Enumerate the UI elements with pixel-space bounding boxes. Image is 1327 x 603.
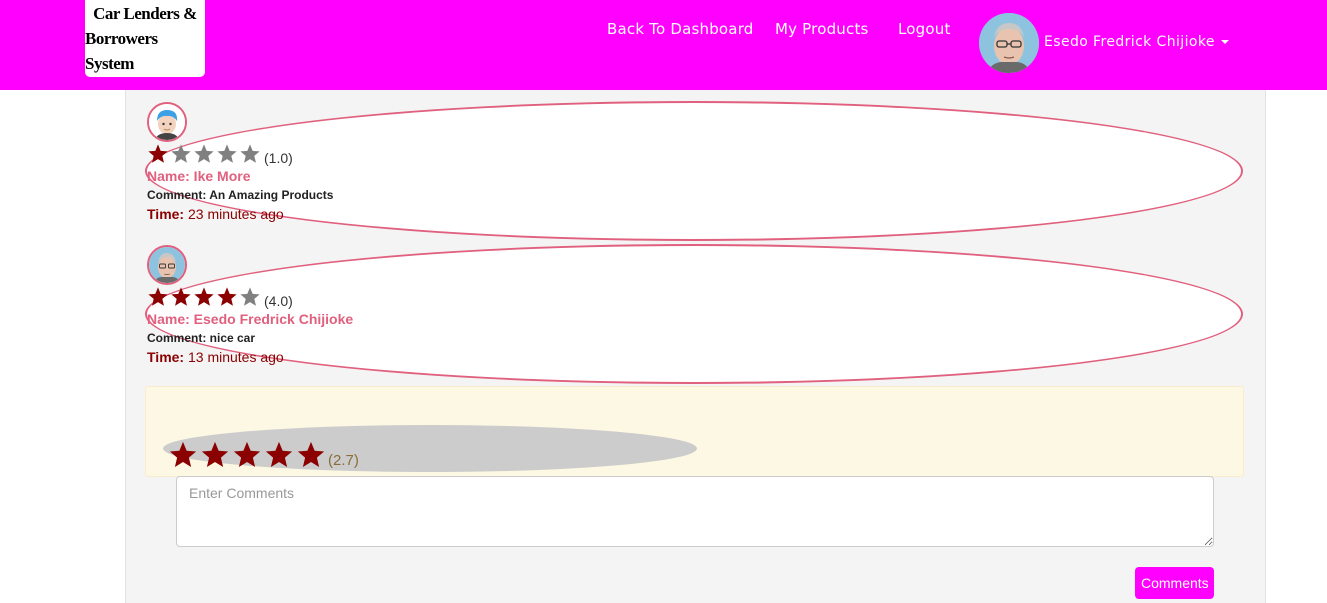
reviewer-name: Name: Esedo Fredrick Chijioke bbox=[147, 311, 354, 327]
rate-star-4-icon[interactable] bbox=[264, 440, 294, 470]
star-filled-icon bbox=[193, 286, 215, 308]
review-comment: Comment: nice car bbox=[147, 331, 256, 345]
review-time: Time: 13 minutes ago bbox=[147, 349, 284, 365]
star-filled-icon bbox=[147, 143, 169, 165]
avatar-glasses-man-icon bbox=[149, 247, 185, 283]
star-filled-icon bbox=[170, 286, 192, 308]
rate-star-2-icon[interactable] bbox=[200, 440, 230, 470]
star-empty-icon bbox=[216, 143, 238, 165]
nav-back-to-dashboard[interactable]: Back To Dashboard bbox=[607, 20, 754, 38]
comment-textarea[interactable] bbox=[176, 476, 1214, 547]
user-avatar-icon bbox=[979, 13, 1039, 73]
user-name-label: Esedo Fredrick Chijioke bbox=[1044, 34, 1215, 50]
review-comment: Comment: An Amazing Products bbox=[147, 188, 334, 202]
star-empty-icon bbox=[239, 143, 261, 165]
avatar-blue-hair-icon bbox=[149, 104, 185, 140]
rate-star-1-icon[interactable] bbox=[168, 440, 198, 470]
rating-value: (4.0) bbox=[264, 293, 293, 309]
time-value: 13 minutes ago bbox=[187, 349, 284, 365]
reviewer-avatar bbox=[147, 245, 187, 285]
review-rating: (4.0) bbox=[147, 286, 293, 312]
review-time: Time: 23 minutes ago bbox=[147, 206, 284, 222]
rating-input-stars bbox=[168, 440, 328, 475]
nav-my-products[interactable]: My Products bbox=[775, 20, 869, 38]
average-rating: (2.7) bbox=[328, 452, 359, 469]
brand-line-2: Borrowers System bbox=[85, 29, 158, 73]
rating-value: (1.0) bbox=[264, 150, 293, 166]
time-label: Time: bbox=[147, 349, 185, 365]
rate-star-3-icon[interactable] bbox=[232, 440, 262, 470]
user-avatar[interactable] bbox=[979, 13, 1039, 73]
reviewer-avatar bbox=[147, 102, 187, 142]
submit-comment-button[interactable]: Comments bbox=[1135, 567, 1214, 599]
navbar: Car Lenders & Borrowers System Back To D… bbox=[0, 0, 1327, 90]
caret-down-icon bbox=[1220, 40, 1229, 44]
star-empty-icon bbox=[170, 143, 192, 165]
review-card bbox=[145, 101, 1243, 241]
star-empty-icon bbox=[239, 286, 261, 308]
user-menu-toggle[interactable]: Esedo Fredrick Chijioke bbox=[1044, 34, 1229, 50]
star-filled-icon bbox=[216, 286, 238, 308]
review-rating: (1.0) bbox=[147, 143, 293, 169]
brand-line-1: Car Lenders & bbox=[93, 4, 197, 23]
star-filled-icon bbox=[147, 286, 169, 308]
time-value: 23 minutes ago bbox=[187, 206, 284, 222]
rate-star-5-icon[interactable] bbox=[296, 440, 326, 470]
nav-logout[interactable]: Logout bbox=[898, 20, 951, 38]
brand-logo[interactable]: Car Lenders & Borrowers System bbox=[85, 0, 205, 77]
star-empty-icon bbox=[193, 143, 215, 165]
time-label: Time: bbox=[147, 206, 185, 222]
reviewer-name: Name: Ike More bbox=[147, 168, 251, 184]
